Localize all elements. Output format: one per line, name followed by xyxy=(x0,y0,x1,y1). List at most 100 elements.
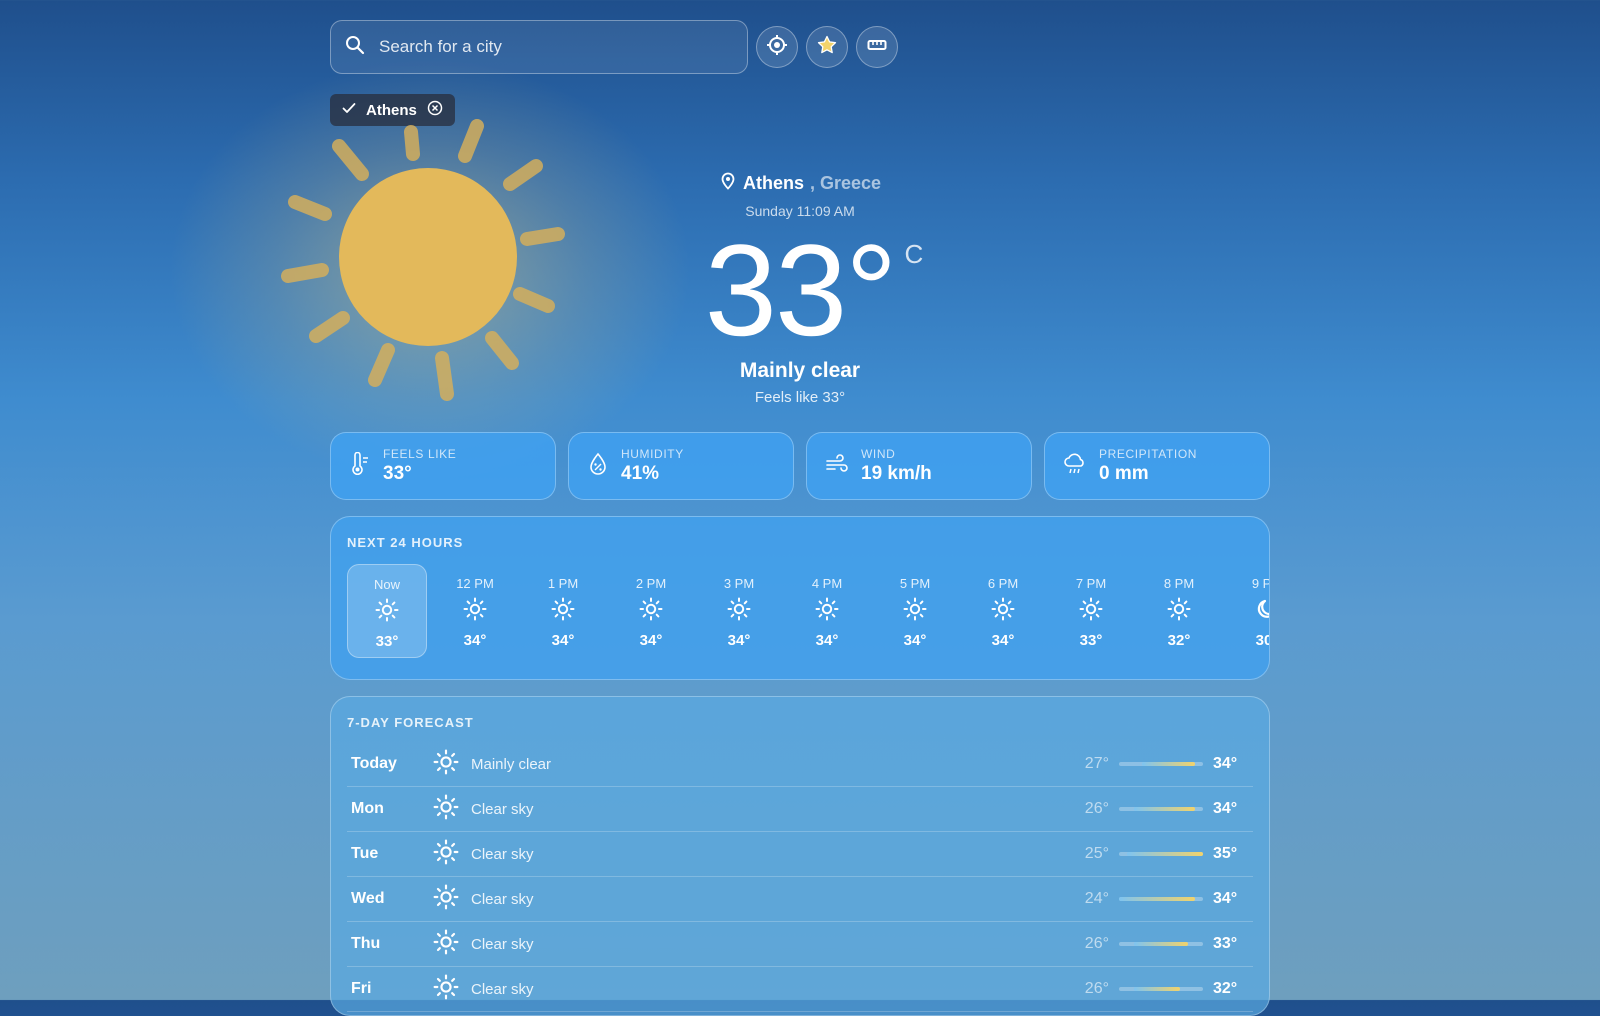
sun-icon xyxy=(1167,597,1191,626)
stats-row: FEELS LIKE 33° HUMIDITY 41% WIND 19 km/h… xyxy=(330,432,1270,500)
hour-label: 7 PM xyxy=(1075,576,1107,591)
day-name: Mon xyxy=(351,800,384,817)
temp-range-bar xyxy=(1119,897,1203,901)
hourly-item[interactable]: 2 PM 34° xyxy=(611,564,691,658)
daily-row[interactable]: Tue Clear sky 25° 35° xyxy=(347,832,1253,877)
stat-card-precipitation: PRECIPITATION 0 mm xyxy=(1044,432,1270,500)
stat-card-wind: WIND 19 km/h xyxy=(806,432,1032,500)
day-high: 34° xyxy=(1213,755,1238,772)
hourly-item[interactable]: 6 PM 34° xyxy=(963,564,1043,658)
stat-value: 33° xyxy=(383,463,412,484)
stat-value: 0 mm xyxy=(1099,463,1149,484)
hour-temp: 32° xyxy=(1167,632,1191,649)
hour-temp: 34° xyxy=(551,632,575,649)
temp-range-fill xyxy=(1134,987,1181,991)
stat-card-humidity: HUMIDITY 41% xyxy=(568,432,794,500)
stat-card-feels-like: FEELS LIKE 33° xyxy=(330,432,556,500)
location: Athens , Greece xyxy=(600,172,1000,195)
daily-forecast-panel: 7-DAY FORECAST Today Mainly clear 27° 34° Mo… xyxy=(330,696,1270,1016)
day-name: Thu xyxy=(351,935,381,952)
hour-label: 4 PM xyxy=(811,576,843,591)
hourly-item[interactable]: 7 PM 33° xyxy=(1051,564,1131,658)
day-name: Fri xyxy=(351,980,372,997)
sun-icon xyxy=(991,597,1015,626)
ruler-icon xyxy=(866,34,888,61)
day-low: 25° xyxy=(1084,845,1109,862)
hourly-item[interactable]: 5 PM 34° xyxy=(875,564,955,658)
day-low: 26° xyxy=(1084,800,1109,817)
hourly-item[interactable]: Now 33° xyxy=(347,564,427,658)
sun-icon xyxy=(433,929,459,960)
sun-icon xyxy=(903,597,927,626)
hour-label: 2 PM xyxy=(635,576,667,591)
daily-row[interactable]: Today Mainly clear 27° 34° xyxy=(347,742,1253,787)
daily-row[interactable]: Thu Clear sky 26° 33° xyxy=(347,922,1253,967)
sun-icon xyxy=(433,839,459,870)
hourly-list[interactable]: Now 33° 12 PM 34° 1 PM 34° 2 PM 34° 3 PM 34° 4 PM 3… xyxy=(347,564,1269,658)
day-name: Today xyxy=(351,755,397,772)
daily-row[interactable]: Mon Clear sky 26° 34° xyxy=(347,787,1253,832)
hour-temp: 34° xyxy=(639,632,663,649)
chip-label: Athens xyxy=(366,101,417,119)
hour-label: 5 PM xyxy=(899,576,931,591)
day-low: 26° xyxy=(1084,935,1109,952)
sun-icon xyxy=(280,118,580,423)
temp-range-fill xyxy=(1134,942,1188,946)
hour-temp: 34° xyxy=(815,632,839,649)
hour-temp: 33° xyxy=(1079,632,1103,649)
units-button[interactable] xyxy=(856,26,898,68)
stat-label: PRECIPITATION xyxy=(1099,447,1198,461)
wind-icon xyxy=(825,453,849,480)
day-low: 24° xyxy=(1084,890,1109,907)
locate-button[interactable] xyxy=(756,26,798,68)
temp-range-fill xyxy=(1141,762,1196,766)
sun-icon xyxy=(727,597,751,626)
hourly-item[interactable]: 12 PM 34° xyxy=(435,564,515,658)
temp-range-bar xyxy=(1119,762,1203,766)
day-name: Wed xyxy=(351,890,385,907)
hourly-item[interactable]: 9 PM 30° xyxy=(1227,564,1269,658)
feels-like-text: Feels like 33° xyxy=(754,389,846,406)
favorite-button[interactable] xyxy=(806,26,848,68)
temp-range-fill xyxy=(1134,807,1196,811)
hour-label: 3 PM xyxy=(723,576,755,591)
check-icon xyxy=(342,101,356,119)
hour-temp: 30° xyxy=(1255,632,1269,649)
sun-icon xyxy=(551,597,575,626)
humidity-icon xyxy=(587,452,609,481)
day-condition: Clear sky xyxy=(471,980,534,998)
day-low: 26° xyxy=(1084,980,1109,997)
remove-chip-icon[interactable] xyxy=(427,100,443,120)
temp-range-fill xyxy=(1119,897,1196,901)
hourly-item[interactable]: 4 PM 34° xyxy=(787,564,867,658)
hourly-item[interactable]: 8 PM 32° xyxy=(1139,564,1219,658)
stat-value: 19 km/h xyxy=(861,463,932,484)
hour-label: Now xyxy=(373,577,400,592)
search-box[interactable] xyxy=(330,20,748,74)
hourly-item[interactable]: 3 PM 34° xyxy=(699,564,779,658)
rain-cloud-icon xyxy=(1063,452,1087,481)
country-name: , Greece xyxy=(809,173,882,193)
hourly-item[interactable]: 1 PM 34° xyxy=(523,564,603,658)
stat-value: 41% xyxy=(621,463,660,484)
day-high: 34° xyxy=(1213,890,1238,907)
temp-range-bar xyxy=(1119,807,1203,811)
pin-icon xyxy=(719,172,737,195)
daily-title: 7-DAY FORECAST xyxy=(347,715,474,730)
daily-row[interactable]: Fri Clear sky 26° 32° xyxy=(347,967,1253,1012)
sun-icon xyxy=(433,794,459,825)
daily-row[interactable]: Wed Clear sky 24° 34° xyxy=(347,877,1253,922)
thermometer-icon xyxy=(349,451,371,481)
hourly-forecast-panel: NEXT 24 HOURS Now 33° 12 PM 34° 1 PM 34° 2 PM 3… xyxy=(330,516,1270,680)
hourly-title: NEXT 24 HOURS xyxy=(347,535,464,550)
day-condition: Clear sky xyxy=(471,935,534,953)
search-input[interactable] xyxy=(377,36,733,58)
temperature-unit: C xyxy=(904,239,924,269)
hour-label: 9 PM xyxy=(1251,576,1269,591)
stat-label: WIND xyxy=(861,447,896,461)
hour-label: 8 PM xyxy=(1163,576,1195,591)
day-name: Tue xyxy=(351,845,379,862)
hour-label: 1 PM xyxy=(547,576,579,591)
daily-list: Today Mainly clear 27° 34° Mon Clear sky 26° 34… xyxy=(347,742,1253,1012)
stat-label: FEELS LIKE xyxy=(383,447,457,461)
